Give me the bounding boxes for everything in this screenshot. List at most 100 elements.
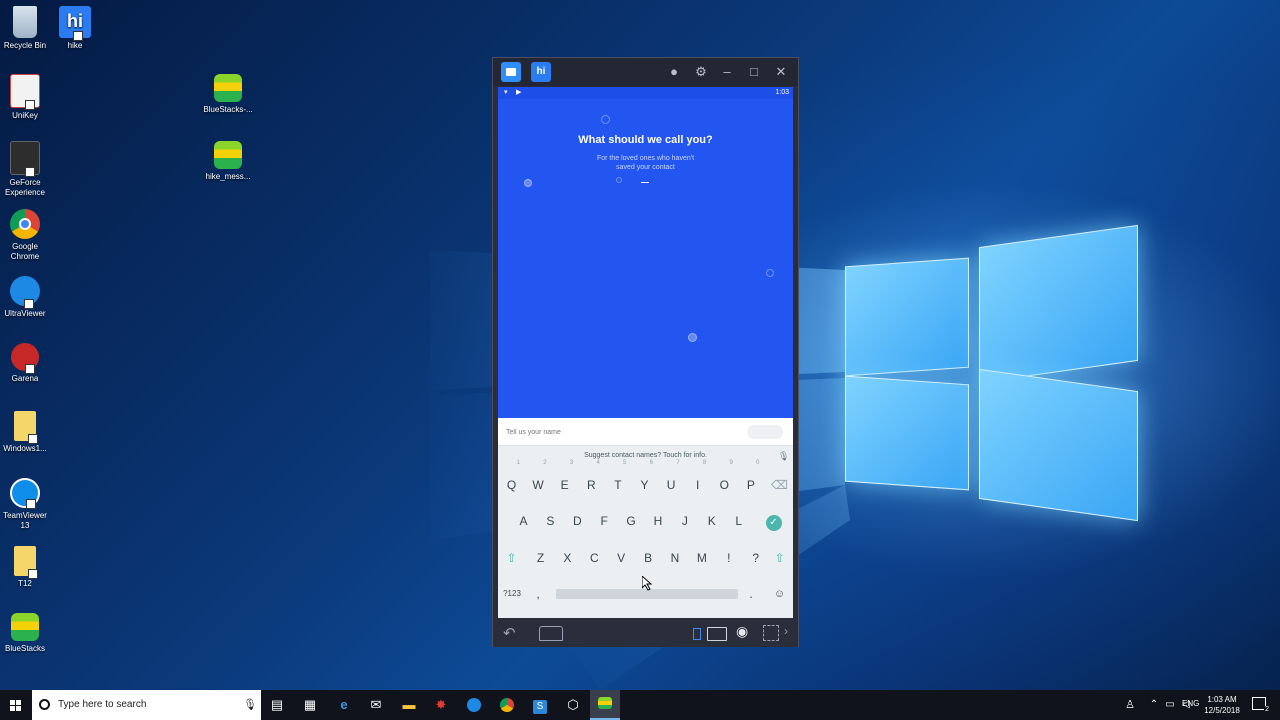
keyboard-icon[interactable] bbox=[707, 627, 727, 641]
key-a[interactable]: A bbox=[510, 504, 537, 538]
suggestion-text: Suggest contact names? Touch for info. bbox=[584, 452, 707, 459]
microphone-icon[interactable]: 🎙 bbox=[778, 451, 789, 462]
notification-center-icon[interactable]: 2 bbox=[1252, 697, 1270, 714]
submit-button[interactable] bbox=[747, 425, 783, 439]
desktop-icon-unikey[interactable]: UniKey bbox=[0, 74, 55, 121]
desktop-icon-bluestacks[interactable]: BlueStacks bbox=[0, 613, 55, 654]
desktop-icon-label: Windows1... bbox=[3, 444, 47, 453]
desktop-icon-geforce[interactable]: GeForce Experience bbox=[0, 141, 55, 198]
skype-icon[interactable]: S bbox=[530, 695, 550, 715]
desktop-icon-teamviewer[interactable]: TeamViewer 13 bbox=[0, 478, 55, 531]
chrome-icon bbox=[10, 209, 40, 239]
start-windows-icon[interactable] bbox=[6, 695, 26, 715]
mail-icon[interactable]: ✉ bbox=[366, 695, 386, 715]
desktop-icon-chrome[interactable]: Google Chrome bbox=[0, 209, 55, 262]
bluestacks-nav-bar: ↶ ◉ › bbox=[493, 619, 798, 647]
unikey-icon bbox=[10, 74, 40, 110]
key-w[interactable]: W2 bbox=[525, 460, 552, 502]
key-i[interactable]: I8 bbox=[684, 460, 711, 502]
search-box[interactable]: Type here to search 🎙 bbox=[32, 690, 261, 720]
status-time: 1:03 bbox=[775, 89, 789, 96]
key-r[interactable]: R4 bbox=[578, 460, 605, 502]
key-y[interactable]: Y6 bbox=[631, 460, 658, 502]
key-t[interactable]: T5 bbox=[604, 460, 631, 502]
settings-icon[interactable]: ⚙ bbox=[693, 64, 709, 80]
key-p[interactable]: P0 bbox=[737, 460, 764, 502]
home-icon[interactable] bbox=[539, 626, 563, 641]
edge-icon[interactable]: e bbox=[334, 695, 354, 715]
key-hint: 8 bbox=[702, 460, 707, 466]
symbols-key[interactable]: ?123 bbox=[498, 577, 526, 611]
key-hint: 2 bbox=[543, 460, 547, 466]
key-q[interactable]: Q1 bbox=[498, 460, 525, 502]
key-h[interactable]: H bbox=[645, 504, 672, 538]
desktop-icon-hike-messenger[interactable]: hike_mess... bbox=[198, 141, 258, 182]
onboarding-panel: What should we call you? For the loved o… bbox=[498, 99, 793, 418]
people-icon[interactable]: ♙ bbox=[1120, 695, 1140, 715]
desktop-icon-windows-folder[interactable]: Windows1... bbox=[0, 411, 55, 454]
key-j[interactable]: J bbox=[671, 504, 698, 538]
shift-key-left[interactable]: ⇧ bbox=[498, 541, 525, 575]
fullscreen-icon[interactable] bbox=[763, 625, 779, 641]
chevron-right-icon[interactable]: › bbox=[784, 624, 788, 638]
windows-logo-pane bbox=[845, 375, 969, 491]
desktop-icon-bluestacks-installer[interactable]: BlueStacks-... bbox=[198, 74, 258, 115]
key-u[interactable]: U7 bbox=[658, 460, 685, 502]
minimize-icon[interactable]: – bbox=[719, 64, 735, 79]
hike-tab-icon[interactable]: hi bbox=[531, 62, 551, 82]
language-indicator[interactable]: ENG bbox=[1182, 699, 1199, 708]
ultraviewer-icon[interactable] bbox=[464, 695, 484, 715]
home-tab-icon[interactable] bbox=[501, 62, 521, 82]
key-l[interactable]: L bbox=[725, 504, 752, 538]
desktop-icon-ultraviewer[interactable]: UltraViewer bbox=[0, 276, 55, 319]
clock-time: 1:03 AM bbox=[1207, 695, 1237, 704]
file-explorer-icon[interactable]: ▬ bbox=[399, 695, 419, 715]
enter-key[interactable]: ✓ bbox=[760, 504, 787, 538]
key-x[interactable]: X bbox=[554, 541, 581, 575]
garena-icon[interactable]: ✸ bbox=[431, 695, 451, 715]
key-n[interactable]: N bbox=[662, 541, 689, 575]
chrome-icon[interactable] bbox=[497, 695, 517, 715]
app-icon[interactable]: ⬡ bbox=[563, 695, 583, 715]
eye-icon[interactable]: ◉ bbox=[736, 623, 748, 640]
key-c[interactable]: C bbox=[581, 541, 608, 575]
key-exclamation[interactable]: ! bbox=[715, 541, 742, 575]
key-hint: 9 bbox=[729, 460, 733, 466]
microphone-icon[interactable]: 🎙 bbox=[243, 698, 257, 711]
key-hint: 4 bbox=[596, 460, 600, 466]
period-key[interactable]: . bbox=[741, 577, 761, 611]
desktop-icon-label: GeForce Experience bbox=[4, 178, 46, 197]
taskbar-bluestacks-button[interactable] bbox=[590, 690, 620, 720]
key-g[interactable]: G bbox=[618, 504, 645, 538]
name-input[interactable] bbox=[504, 424, 728, 440]
comma-key[interactable]: , bbox=[528, 577, 548, 611]
portrait-icon[interactable] bbox=[693, 628, 701, 640]
key-k[interactable]: K bbox=[698, 504, 725, 538]
key-o[interactable]: O9 bbox=[711, 460, 738, 502]
key-b[interactable]: B bbox=[635, 541, 662, 575]
bluestacks-title-bar[interactable]: hi ● ⚙ – □ ✕ bbox=[493, 58, 798, 86]
desktop-icon-garena[interactable]: Garena bbox=[0, 343, 55, 384]
store-icon[interactable]: ▦ bbox=[300, 695, 320, 715]
key-z[interactable]: Z bbox=[527, 541, 554, 575]
key-d[interactable]: D bbox=[564, 504, 591, 538]
backspace-key[interactable]: ⌫ bbox=[766, 468, 793, 502]
maximize-icon[interactable]: □ bbox=[746, 64, 762, 79]
key-v[interactable]: V bbox=[608, 541, 635, 575]
key-s[interactable]: S bbox=[537, 504, 564, 538]
task-view-icon[interactable]: ▤ bbox=[267, 695, 287, 715]
windows-logo-pane bbox=[979, 224, 1138, 384]
key-label: E bbox=[560, 478, 569, 492]
key-f[interactable]: F bbox=[591, 504, 618, 538]
account-icon[interactable]: ● bbox=[666, 64, 682, 79]
key-m[interactable]: M bbox=[688, 541, 715, 575]
desktop-icon-hike[interactable]: hi hike bbox=[45, 6, 105, 51]
emoji-key[interactable]: ☺ bbox=[766, 577, 793, 611]
clock[interactable]: 1:03 AM 12/5/2018 bbox=[1200, 694, 1244, 716]
back-icon[interactable]: ↶ bbox=[503, 624, 516, 642]
keyboard-suggestion-strip[interactable]: Suggest contact names? Touch for info. 🎙 bbox=[498, 445, 793, 469]
key-e[interactable]: E3 bbox=[551, 460, 578, 502]
desktop-icon-t12[interactable]: T12 bbox=[0, 546, 55, 589]
close-icon[interactable]: ✕ bbox=[773, 64, 789, 80]
shift-key-right[interactable]: ⇧ bbox=[766, 541, 793, 575]
